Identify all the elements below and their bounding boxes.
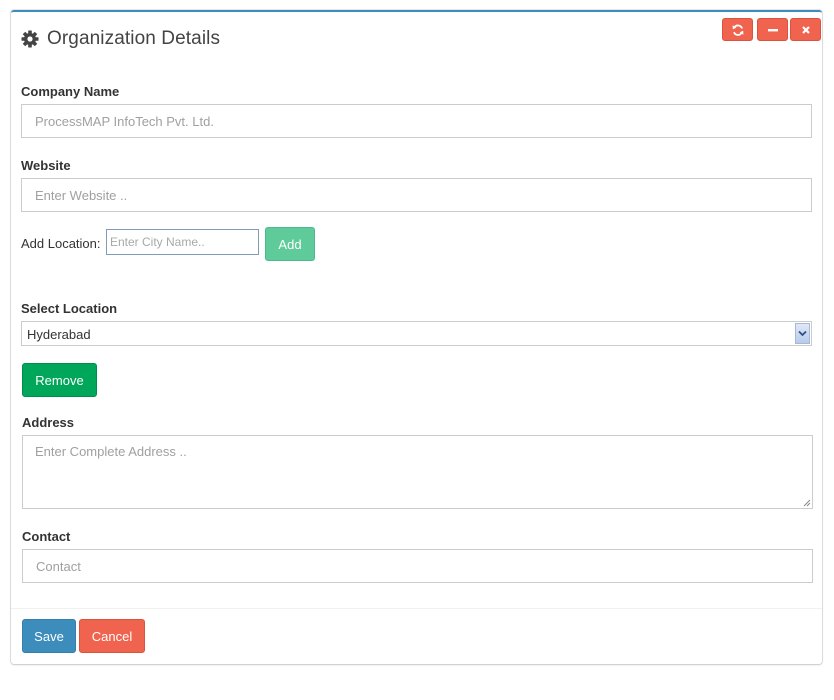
address-textarea[interactable] — [22, 435, 813, 509]
footer-divider — [11, 608, 822, 609]
resize-handle-icon[interactable] — [803, 499, 811, 507]
contact-input[interactable] — [22, 549, 813, 583]
refresh-icon — [732, 24, 743, 36]
remove-location-button[interactable]: Remove — [22, 363, 97, 397]
company-name-label: Company Name — [21, 84, 120, 99]
location-select-value: Hyderabad — [27, 327, 91, 342]
add-location-button[interactable]: Add — [265, 227, 315, 261]
panel-header: Organization Details — [21, 28, 220, 50]
city-name-input[interactable] — [106, 229, 259, 255]
add-location-label: Add Location: — [21, 236, 101, 251]
address-label: Address — [22, 415, 75, 430]
close-icon — [801, 25, 810, 34]
company-name-input[interactable] — [21, 104, 812, 138]
chevron-down-icon[interactable] — [795, 323, 810, 344]
contact-label: Contact — [22, 529, 71, 544]
minus-icon — [767, 28, 778, 31]
save-button[interactable]: Save — [22, 619, 76, 653]
minimize-button[interactable] — [757, 18, 788, 41]
page-title: Organization Details — [47, 28, 221, 49]
organization-details-panel: Organization Details Company Name Websit… — [11, 10, 822, 664]
cancel-button[interactable]: Cancel — [79, 619, 145, 653]
refresh-button[interactable] — [722, 18, 753, 41]
location-select[interactable]: Hyderabad — [21, 321, 812, 346]
close-button[interactable] — [790, 18, 821, 41]
website-input[interactable] — [21, 178, 812, 212]
gear-icon — [21, 30, 39, 48]
website-label: Website — [21, 158, 71, 173]
select-location-label: Select Location — [21, 301, 118, 316]
